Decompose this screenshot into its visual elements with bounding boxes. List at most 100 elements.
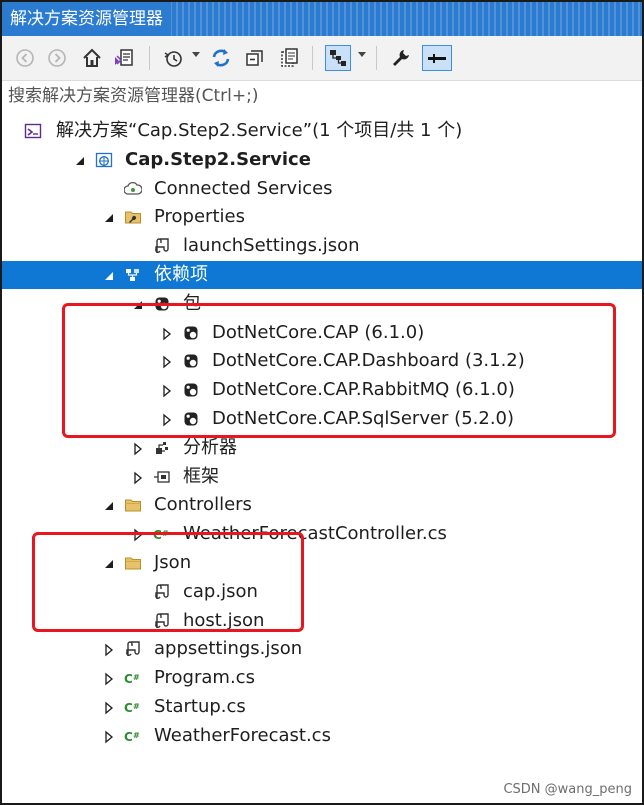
show-all-files-icon[interactable]	[276, 45, 302, 71]
json-file-icon	[124, 640, 142, 658]
tree-item-cap-step2-service[interactable]: Cap.Step2.Service	[2, 146, 642, 174]
tree-item-label: 解决方案“Cap.Step2.Service”(1 个项目/共 1 个)	[56, 120, 463, 141]
tree-item-label: Connected Services	[154, 177, 333, 199]
analyzer-icon	[153, 439, 171, 457]
properties-icon[interactable]	[388, 45, 414, 71]
collapsed-arrow-icon[interactable]	[102, 729, 116, 744]
collapsed-arrow-icon[interactable]	[102, 642, 116, 657]
title-bar: 解决方案资源管理器	[2, 2, 642, 36]
tree-item-program-cs[interactable]: C # Program.cs	[2, 664, 642, 692]
tree-item-6[interactable]: 包	[2, 290, 642, 318]
forward-icon[interactable]	[44, 45, 70, 71]
tree-item-5[interactable]: 依赖项	[2, 261, 642, 289]
tree-item-dotnetcore-cap-dashboard-3-1-2[interactable]: DotNetCore.CAP.Dashboard (3.1.2)	[2, 347, 642, 375]
expanded-arrow-icon[interactable]	[131, 297, 145, 311]
svg-text:C: C	[124, 730, 133, 744]
tree-item-properties[interactable]: Properties	[2, 203, 642, 231]
tree-item-label: Controllers	[154, 494, 252, 516]
tree-item-dotnetcore-cap-rabbitmq-6-1-0[interactable]: DotNetCore.CAP.RabbitMQ (6.1.0)	[2, 376, 642, 404]
package-icon	[182, 381, 200, 399]
tree-item-json[interactable]: Json	[2, 549, 642, 577]
properties-folder-icon	[124, 208, 142, 226]
dependencies-icon	[124, 266, 142, 284]
tree-item-label: DotNetCore.CAP.SqlServer (5.2.0)	[212, 408, 515, 429]
tree-item-startup-cs[interactable]: C # Startup.cs	[2, 693, 642, 721]
tree-item-weatherforecastcontroller-cs[interactable]: C # WeatherForecastController.cs	[2, 520, 642, 548]
svg-text:C: C	[124, 701, 133, 715]
tree-item-label: cap.json	[183, 580, 258, 602]
tree-item-controllers[interactable]: Controllers	[2, 491, 642, 519]
tree-item-host-json[interactable]: host.json	[2, 607, 642, 635]
collapsed-arrow-icon[interactable]	[160, 412, 174, 427]
solution-tree: 解决方案“Cap.Step2.Service”(1 个项目/共 1 个) Cap.…	[2, 111, 642, 803]
expanded-arrow-icon[interactable]	[73, 153, 87, 167]
tree-item-label: WeatherForecastController.cs	[183, 523, 447, 545]
tree-item-label: Json	[154, 552, 192, 573]
tree-item-cap-step2-service-1-1[interactable]: 解决方案“Cap.Step2.Service”(1 个项目/共 1 个)	[2, 117, 642, 145]
preview-icon[interactable]	[325, 45, 351, 71]
tree-item-label: 依赖项	[154, 264, 208, 285]
tree-item-dotnetcore-cap-6-1-0[interactable]: DotNetCore.CAP (6.1.0)	[2, 319, 642, 347]
svg-text:#: #	[162, 529, 169, 538]
svg-text:#: #	[133, 702, 140, 711]
collapse-all-icon[interactable]	[242, 45, 268, 71]
search-input[interactable]	[2, 81, 628, 111]
tree-item-label: DotNetCore.CAP.RabbitMQ (6.1.0)	[212, 379, 515, 401]
package-icon	[153, 295, 171, 313]
collapsed-arrow-icon[interactable]	[160, 354, 174, 369]
home-icon[interactable]	[79, 45, 105, 71]
svg-text:C: C	[124, 672, 133, 686]
window-title: 解决方案资源管理器	[2, 2, 171, 36]
collapsed-arrow-icon[interactable]	[160, 383, 174, 398]
solution-explorer-window: 解决方案资源管理器 搜索解决方案资源管理器(Ctrl+;) 解决方案“Cap.S…	[0, 0, 644, 805]
tree-item-label: Program.cs	[154, 667, 255, 689]
collapsed-arrow-icon[interactable]	[160, 326, 174, 340]
search-box[interactable]	[2, 81, 642, 112]
json-file-icon	[153, 612, 171, 630]
tree-item-cap-json[interactable]: cap.json	[2, 578, 642, 606]
switch-view-icon[interactable]	[111, 45, 137, 71]
tree-item-launchsettings-json[interactable]: launchSettings.json	[2, 232, 642, 260]
csharp-file-icon: C #	[124, 727, 142, 745]
tree-item-label: launchSettings.json	[183, 235, 360, 257]
json-file-icon	[153, 583, 171, 601]
collapsed-arrow-icon[interactable]	[131, 470, 145, 484]
expanded-arrow-icon[interactable]	[102, 556, 116, 570]
expanded-arrow-icon[interactable]	[102, 268, 116, 282]
expanded-arrow-icon[interactable]	[102, 498, 116, 512]
solution-icon	[24, 122, 42, 140]
csharp-file-icon: C #	[153, 525, 171, 543]
tree-item-dotnetcore-cap-sqlserver-5-2-0[interactable]: DotNetCore.CAP.SqlServer (5.2.0)	[2, 405, 642, 433]
tree-item-11[interactable]: 分析器	[2, 434, 642, 462]
tree-item-label: Startup.cs	[154, 696, 246, 717]
csharp-file-icon: C #	[124, 669, 142, 687]
back-icon[interactable]	[12, 45, 38, 71]
tree-item-appsettings-json[interactable]: appsettings.json	[2, 635, 642, 663]
collapsed-arrow-icon[interactable]	[102, 700, 116, 715]
tree-item-weatherforecast-cs[interactable]: C # WeatherForecast.cs	[2, 722, 642, 750]
collapsed-arrow-icon[interactable]	[131, 441, 145, 456]
svg-text:#: #	[133, 731, 140, 740]
sync-icon[interactable]	[208, 45, 234, 71]
framework-icon	[153, 468, 171, 486]
svg-text:C: C	[153, 528, 162, 542]
collapsed-arrow-icon[interactable]	[131, 527, 145, 542]
watermark: CSDN @wang_peng	[503, 782, 632, 797]
connected-services-icon	[123, 180, 143, 198]
collapsed-arrow-icon[interactable]	[102, 671, 116, 686]
tree-item-label: WeatherForecast.cs	[154, 724, 331, 746]
folder-icon	[124, 554, 142, 572]
tree-item-label: DotNetCore.CAP.Dashboard (3.1.2)	[212, 350, 525, 372]
tree-item-12[interactable]: 框架	[2, 463, 642, 491]
csharp-file-icon: C #	[124, 698, 142, 716]
expanded-arrow-icon[interactable]	[102, 210, 116, 224]
history-icon[interactable]	[160, 45, 186, 71]
tree-item-label: Cap.Step2.Service	[125, 148, 311, 170]
tree-item-label: 框架	[183, 465, 219, 487]
auto-hide-icon[interactable]	[422, 45, 452, 71]
web-project-icon	[95, 151, 113, 169]
tree-item-connected-services[interactable]: Connected Services	[2, 175, 642, 203]
folder-icon	[124, 496, 142, 514]
toolbar	[2, 36, 642, 81]
tree-item-label: host.json	[183, 609, 265, 631]
